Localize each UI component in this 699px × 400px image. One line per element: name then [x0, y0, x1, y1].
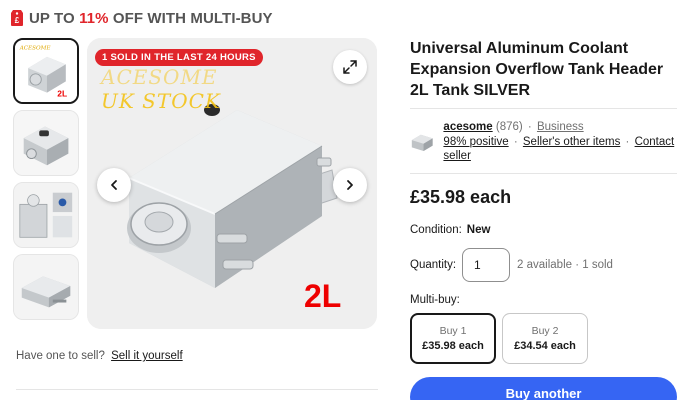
quantity-label: Quantity: [410, 259, 457, 271]
buy-another-button[interactable]: Buy another [410, 377, 677, 400]
seller-name-link[interactable]: acesome [443, 121, 492, 133]
main-product-image[interactable]: ACESOME UK STOCK 1 SOLD IN THE LAST 24 H… [87, 38, 377, 329]
price-tag-icon: £ [11, 10, 23, 26]
sold-badge: 1 SOLD IN THE LAST 24 HOURS [95, 49, 263, 66]
multibuy-option-buy-2[interactable]: Buy 2 £34.54 each [502, 313, 588, 364]
listing-title: Universal Aluminum Coolant Expansion Ove… [410, 40, 664, 99]
quantity-row: Quantity: 1 2 available · 1 sold [410, 248, 613, 282]
quantity-input[interactable]: 1 [462, 248, 511, 282]
svg-text:£: £ [15, 16, 20, 25]
thumbnail-2[interactable] [13, 110, 79, 176]
sell-it-yourself-link[interactable]: Sell it yourself [111, 350, 183, 362]
multibuy-promo: £ UP TO 11% OFF WITH MULTI-BUY [10, 9, 273, 27]
divider [410, 108, 677, 109]
size-label: 2L [304, 278, 342, 314]
divider [16, 389, 378, 390]
svg-text:ACESOME: ACESOME [19, 45, 52, 51]
thumbnail-strip[interactable]: ACESOME 2L [13, 38, 81, 330]
sell-question: Have one to sell? [16, 350, 105, 362]
multibuy-option-buy-1[interactable]: Buy 1 £35.98 each [410, 313, 496, 364]
thumbnail-4[interactable] [13, 254, 79, 320]
quantity-availability: 2 available · 1 sold [517, 259, 613, 271]
previous-image-button[interactable] [97, 168, 131, 202]
promo-text: UP TO 11% OFF WITH MULTI-BUY [29, 9, 273, 27]
next-image-button[interactable] [333, 168, 367, 202]
seller-business-link[interactable]: Business [537, 121, 584, 133]
seller-feedback-count[interactable]: (876) [496, 121, 523, 133]
brand-watermark: ACESOME UK STOCK [101, 65, 221, 113]
chevron-left-icon [111, 180, 117, 190]
condition-row: Condition: New [410, 224, 490, 236]
chevron-right-icon [347, 180, 353, 190]
expand-image-button[interactable] [333, 50, 367, 84]
expand-icon [343, 60, 357, 74]
seller-card: acesome (876) · Business 98% positive · … [410, 120, 680, 164]
sell-it-yourself-row: Have one to sell? Sell it yourself [16, 350, 183, 362]
divider [410, 173, 677, 174]
condition-label: Condition: [410, 224, 462, 236]
seller-positive-feedback-link[interactable]: 98% positive [443, 136, 508, 148]
seller-avatar[interactable] [410, 128, 435, 155]
seller-other-items-link[interactable]: Seller's other items [523, 136, 620, 148]
svg-text:2L: 2L [57, 88, 67, 98]
price: £35.98 each [410, 187, 512, 207]
thumbnail-3[interactable] [13, 182, 79, 248]
condition-value: New [466, 224, 491, 236]
multibuy-options: Buy 1 £35.98 each Buy 2 £34.54 each [410, 313, 588, 364]
thumbnail-1[interactable]: ACESOME 2L [13, 38, 79, 104]
multibuy-label: Multi-buy: [410, 294, 460, 306]
